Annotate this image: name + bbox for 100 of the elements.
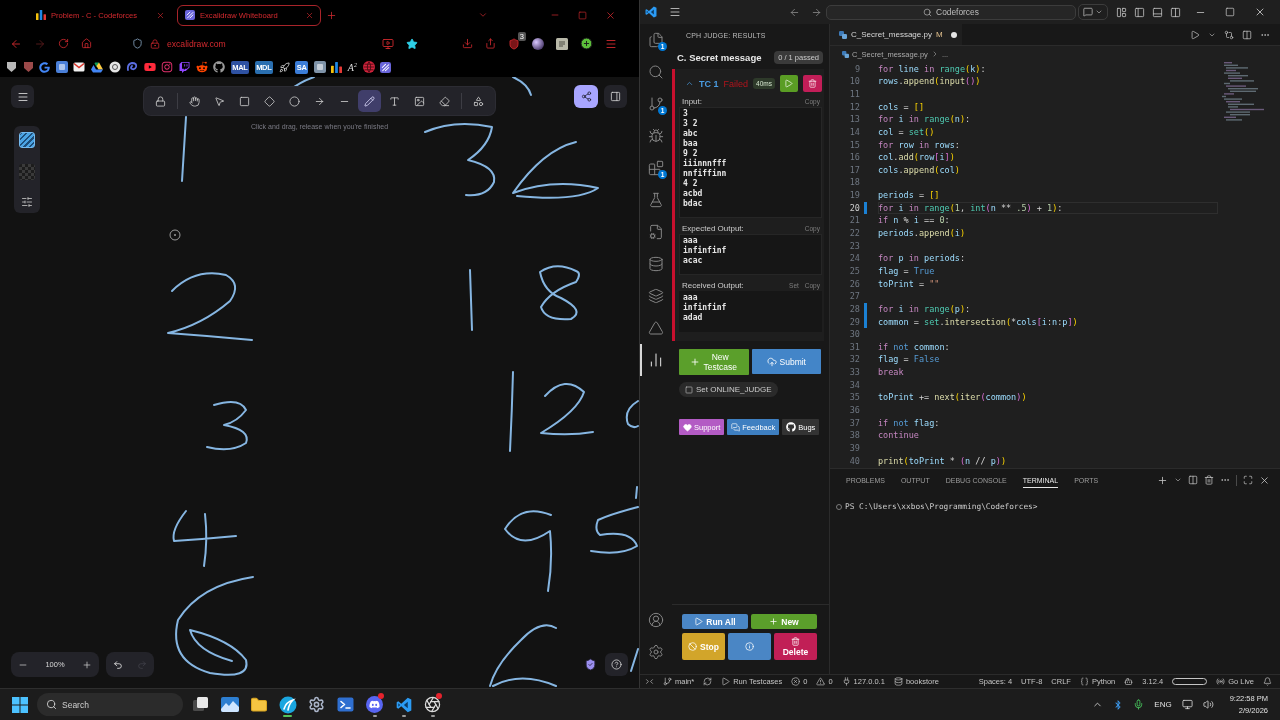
split-icon[interactable]	[1188, 475, 1198, 485]
split-editor-icon[interactable]	[1242, 29, 1252, 40]
speaker-icon[interactable]	[1202, 699, 1214, 710]
editor-tab[interactable]: C_Secret_message.py M	[830, 24, 962, 45]
star-icon[interactable]	[406, 37, 418, 50]
gear-icon[interactable]	[308, 696, 325, 713]
circle-icon[interactable]	[108, 61, 121, 73]
screen-icon[interactable]	[382, 37, 394, 50]
code-logo-icon[interactable]	[645, 6, 657, 18]
tile-icon[interactable]	[556, 37, 568, 50]
compare-icon[interactable]	[1224, 29, 1234, 40]
triangle-icon[interactable]	[90, 61, 103, 73]
globe-icon[interactable]	[362, 61, 375, 73]
code-line: toPrint = ""	[878, 277, 940, 291]
instagram-icon[interactable]	[161, 61, 174, 73]
rocket-icon[interactable]	[278, 61, 290, 73]
remote-icon[interactable]	[645, 677, 654, 686]
tile-icon[interactable]	[55, 61, 68, 73]
online-judge-toggle[interactable]: Set ONLINE_JUDGE	[679, 382, 778, 397]
caret-icon[interactable]	[685, 79, 694, 88]
chat-button[interactable]	[1078, 4, 1108, 20]
line-number: 17	[848, 163, 860, 177]
heart-icon	[683, 422, 692, 432]
reddit-icon[interactable]	[195, 61, 208, 73]
discord-icon[interactable]	[366, 696, 383, 713]
sidebar-toggle-button[interactable]	[604, 85, 627, 108]
submit-button[interactable]: Submit	[751, 349, 821, 374]
layout-icon[interactable]	[1116, 6, 1127, 18]
image-icon[interactable]	[220, 697, 239, 712]
command-center[interactable]: Codeforces	[826, 4, 1076, 20]
code-minimap	[1222, 62, 1266, 122]
pencil-tool-button[interactable]	[358, 90, 381, 112]
forward-icon[interactable]	[811, 6, 822, 18]
help-button[interactable]	[605, 653, 628, 676]
menu-icon[interactable]	[669, 6, 681, 18]
bookmark-favicon[interactable]: A$^{2}$	[347, 59, 357, 75]
orb-icon[interactable]	[532, 37, 544, 50]
shield-icon[interactable]	[508, 37, 520, 50]
run-testcase-button[interactable]	[779, 75, 798, 92]
twitch-icon[interactable]	[178, 61, 190, 73]
trash-icon[interactable]	[1204, 475, 1214, 485]
chat-icon	[731, 422, 741, 432]
expected-output-field[interactable]: aaa infinfinf acac	[679, 234, 822, 275]
microphone-icon[interactable]	[1133, 699, 1145, 710]
code-logo-icon[interactable]	[395, 696, 412, 713]
reload-icon[interactable]	[58, 38, 69, 49]
checker-swatch-icon[interactable]	[19, 164, 35, 180]
new-tab-icon[interactable]	[326, 9, 337, 21]
maximize-icon[interactable]	[1243, 475, 1253, 485]
stop-icon	[688, 642, 698, 651]
envelope-icon[interactable]	[73, 62, 86, 72]
language-indicator[interactable]: ENG	[1154, 700, 1172, 709]
hatch-swatch-icon[interactable]	[19, 132, 35, 148]
folder-icon[interactable]	[249, 695, 268, 714]
maximize-icon[interactable]	[1225, 7, 1235, 17]
close-icon[interactable]	[1259, 474, 1270, 486]
orb-icon[interactable]	[278, 695, 297, 714]
hatched-tile-icon[interactable]	[380, 61, 392, 73]
bar-chart-icon[interactable]	[331, 61, 343, 73]
bot-icon[interactable]	[1124, 677, 1134, 686]
plus-icon[interactable]	[1157, 474, 1168, 486]
plus-circle-icon[interactable]	[580, 37, 593, 50]
back-icon[interactable]	[789, 6, 800, 18]
download-icon[interactable]	[462, 38, 473, 49]
home-icon[interactable]	[81, 38, 92, 49]
sliders-icon[interactable]	[21, 196, 33, 208]
pentagon-icon[interactable]	[6, 61, 17, 73]
line-number: 40	[848, 454, 860, 468]
line-number: 38	[848, 429, 860, 442]
menu-icon[interactable]	[605, 37, 617, 50]
close-icon[interactable]	[1254, 6, 1266, 18]
aperture-icon[interactable]	[424, 696, 441, 713]
share-icon[interactable]	[485, 38, 496, 49]
delete-button[interactable]: Delete	[774, 633, 817, 660]
caret-icon[interactable]	[1174, 476, 1182, 484]
share-button[interactable]	[574, 85, 598, 108]
swirl-icon[interactable]	[126, 61, 139, 73]
windows-start-icon[interactable]	[12, 696, 28, 713]
bell-icon[interactable]	[1263, 677, 1272, 686]
terminal-icon[interactable]	[337, 697, 354, 712]
warning-icon	[816, 677, 826, 686]
monitor-icon[interactable]	[1181, 699, 1193, 710]
text-icon	[389, 95, 400, 107]
taskbar-search-field[interactable]: Search	[37, 693, 183, 716]
tile-icon[interactable]	[313, 61, 326, 73]
sync-icon[interactable]	[703, 677, 713, 686]
sidebar-right-icon[interactable]	[1170, 6, 1181, 18]
address-field[interactable]: excalidraw.com	[132, 34, 226, 53]
input-field[interactable]: 3 3 2 abc baa 9 2 iiinnnfff nnfiffinn 4 2 acbd bdac	[679, 107, 822, 218]
stacked-windows-icon[interactable]	[192, 696, 209, 713]
github-icon[interactable]	[213, 61, 226, 73]
youtube-icon[interactable]	[143, 61, 156, 73]
google-icon[interactable]	[39, 61, 51, 73]
run-all-button[interactable]: Run All	[682, 614, 748, 629]
panel-icon[interactable]	[1152, 6, 1163, 18]
run-icon[interactable]	[1190, 29, 1200, 40]
sidebar-left-icon[interactable]	[1134, 6, 1145, 18]
delete-testcase-button[interactable]	[803, 75, 822, 92]
main-menu-button[interactable]	[11, 85, 34, 108]
code-line: if not flag:	[878, 416, 940, 430]
